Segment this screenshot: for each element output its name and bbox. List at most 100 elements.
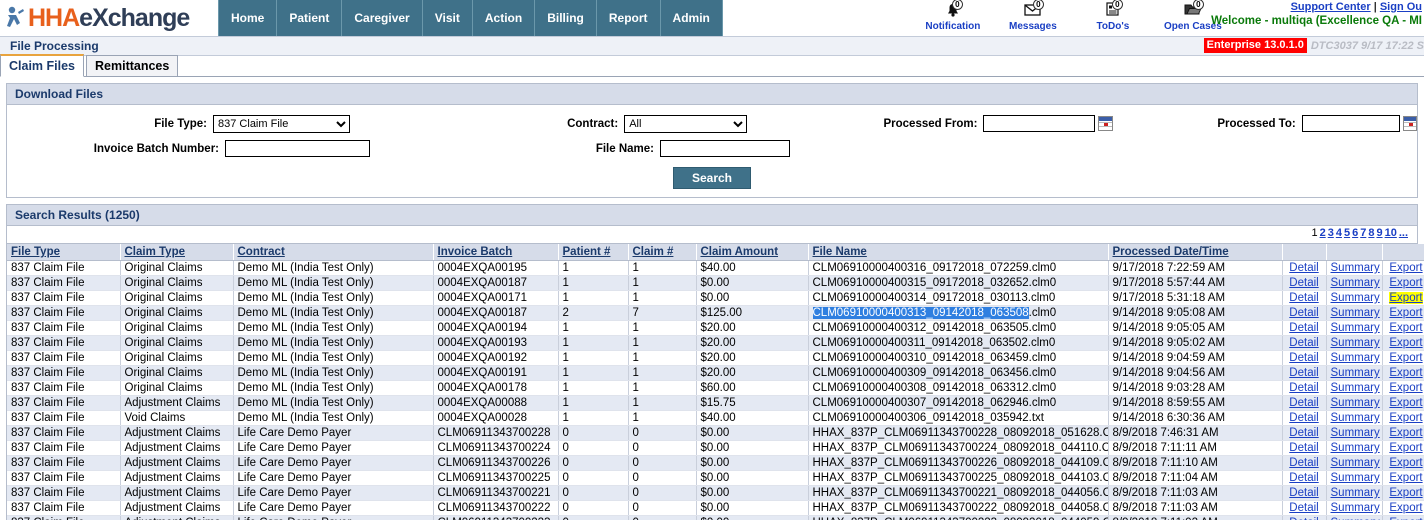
messages-alert[interactable]: 0 Messages [1003, 0, 1063, 32]
nav-item-billing[interactable]: Billing [535, 0, 597, 36]
summary-link[interactable]: Summary [1331, 277, 1380, 289]
export-link[interactable]: Export [1389, 487, 1422, 499]
table-row[interactable]: 837 Claim File Original Claims Demo ML (In… [7, 350, 1424, 366]
export-link[interactable]: Export [1389, 397, 1422, 409]
table-row[interactable]: 837 Claim File Original Claims Demo ML (In… [7, 290, 1424, 306]
notification-alert[interactable]: 0 Notification [923, 0, 983, 32]
processed-to-input[interactable] [1301, 115, 1400, 132]
pagination-page-3[interactable]: 3 [1327, 227, 1335, 239]
detail-link[interactable]: Detail [1289, 292, 1318, 304]
export-link[interactable]: Export [1389, 472, 1422, 484]
table-row[interactable]: 837 Claim FileAdjustment ClaimsLife Care… [7, 425, 1424, 441]
table-row[interactable]: 837 Claim File Void Claims Demo ML (India … [7, 410, 1424, 426]
column-header-invoice-batch[interactable]: Invoice Batch [433, 244, 559, 261]
export-link[interactable]: Export [1389, 262, 1422, 274]
todos-alert[interactable]: 0 ToDo's [1083, 0, 1143, 32]
table-row[interactable]: 837 Claim File Original Claims Demo ML (In… [7, 335, 1424, 351]
export-link[interactable]: Export [1389, 382, 1422, 394]
summary-link[interactable]: Summary [1331, 352, 1380, 364]
export-link[interactable]: Export [1389, 352, 1422, 364]
tab-remittances[interactable]: Remittances [86, 55, 179, 77]
detail-link[interactable]: Detail [1289, 262, 1318, 274]
table-row[interactable]: 837 Claim FileAdjustment ClaimsLife Care… [7, 440, 1424, 456]
detail-link[interactable]: Detail [1289, 322, 1318, 334]
pagination-page-4[interactable]: 4 [1335, 227, 1343, 239]
nav-item-action[interactable]: Action [473, 0, 536, 36]
export-link[interactable]: Export [1389, 427, 1422, 439]
pagination-page-9[interactable]: 9 [1375, 227, 1383, 239]
detail-link[interactable]: Detail [1289, 277, 1318, 289]
summary-link[interactable]: Summary [1331, 307, 1380, 319]
nav-item-home[interactable]: Home [218, 0, 278, 36]
detail-link[interactable]: Detail [1289, 442, 1318, 454]
detail-link[interactable]: Detail [1289, 502, 1318, 514]
summary-link[interactable]: Summary [1331, 322, 1380, 334]
processed-from-input[interactable] [983, 115, 1096, 132]
app-logo[interactable]: HHAeXchange [0, 0, 218, 36]
summary-link[interactable]: Summary [1331, 457, 1380, 469]
pagination-page-2[interactable]: 2 [1319, 227, 1327, 239]
export-link[interactable]: Export [1389, 292, 1423, 304]
summary-link[interactable]: Summary [1331, 262, 1380, 274]
column-header-contract[interactable]: Contract [233, 244, 434, 261]
detail-link[interactable]: Detail [1289, 472, 1318, 484]
detail-link[interactable]: Detail [1289, 367, 1318, 379]
export-link[interactable]: Export [1389, 457, 1422, 469]
summary-link[interactable]: Summary [1331, 397, 1380, 409]
summary-link[interactable]: Summary [1331, 502, 1380, 514]
column-header-file-type[interactable]: File Type [7, 244, 121, 261]
export-link[interactable]: Export [1389, 277, 1422, 289]
export-link[interactable]: Export [1389, 322, 1422, 334]
table-row[interactable]: 837 Claim File Original Claims Demo ML (In… [7, 305, 1424, 321]
export-link[interactable]: Export [1389, 337, 1422, 349]
table-row[interactable]: 837 Claim FileAdjustment ClaimsLife Care… [7, 455, 1424, 471]
detail-link[interactable]: Detail [1289, 487, 1318, 499]
detail-link[interactable]: Detail [1289, 397, 1318, 409]
search-button[interactable]: Search [672, 167, 752, 189]
file-name-input[interactable] [660, 140, 790, 157]
summary-link[interactable]: Summary [1331, 442, 1380, 454]
nav-item-report[interactable]: Report [597, 0, 661, 36]
summary-link[interactable]: Summary [1331, 472, 1380, 484]
file-type-select[interactable]: 837 Claim File [213, 114, 351, 133]
tab-claim-files[interactable]: Claim Files [0, 54, 84, 77]
table-row[interactable]: 837 Claim File Original Claims Demo ML (In… [7, 380, 1424, 396]
detail-link[interactable]: Detail [1289, 337, 1318, 349]
summary-link[interactable]: Summary [1331, 367, 1380, 379]
detail-link[interactable]: Detail [1289, 382, 1318, 394]
table-row[interactable]: 837 Claim FileAdjustment ClaimsLife Care… [7, 515, 1424, 520]
export-link[interactable]: Export [1389, 307, 1422, 319]
export-link[interactable]: Export [1389, 502, 1422, 514]
summary-link[interactable]: Summary [1331, 427, 1380, 439]
summary-link[interactable]: Summary [1331, 292, 1380, 304]
pagination-page-5[interactable]: 5 [1343, 227, 1351, 239]
detail-link[interactable]: Detail [1289, 457, 1318, 469]
pagination-page-6[interactable]: 6 [1351, 227, 1359, 239]
summary-link[interactable]: Summary [1331, 337, 1380, 349]
support-center-link[interactable]: Support Center [1291, 1, 1371, 13]
detail-link[interactable]: Detail [1289, 427, 1318, 439]
table-row[interactable]: 837 Claim FileAdjustment ClaimsLife Care… [7, 470, 1424, 486]
invoice-batch-number-input[interactable] [225, 140, 370, 157]
table-row[interactable]: 837 Claim File Adjustment Claims Demo ML (… [7, 395, 1424, 411]
contract-select[interactable]: All [624, 114, 748, 133]
column-header-processed-date-time[interactable]: Processed Date/Time [1108, 244, 1283, 261]
column-header-claim-type[interactable]: Claim Type [120, 244, 234, 261]
summary-link[interactable]: Summary [1331, 382, 1380, 394]
nav-item-visit[interactable]: Visit [423, 0, 473, 36]
table-row[interactable]: 837 Claim File Original Claims Demo ML (In… [7, 320, 1424, 336]
summary-link[interactable]: Summary [1331, 412, 1380, 424]
column-header-patient-number[interactable]: Patient # [558, 244, 629, 261]
column-header-file-name[interactable]: File Name [808, 244, 1109, 261]
table-row[interactable]: 837 Claim FileAdjustment ClaimsLife Care… [7, 500, 1424, 516]
pagination-next-ellipsis[interactable]: ... [1398, 227, 1409, 239]
column-header-claim-amount[interactable]: Claim Amount [696, 244, 809, 261]
table-row[interactable]: 837 Claim File Original Claims Demo ML (In… [7, 275, 1424, 291]
export-link[interactable]: Export [1389, 442, 1422, 454]
pagination-page-10[interactable]: 10 [1384, 227, 1398, 239]
export-link[interactable]: Export [1389, 412, 1422, 424]
column-header-claim-number[interactable]: Claim # [628, 244, 697, 261]
table-row[interactable]: 837 Claim FileAdjustment ClaimsLife Care… [7, 485, 1424, 501]
detail-link[interactable]: Detail [1289, 412, 1318, 424]
summary-link[interactable]: Summary [1331, 487, 1380, 499]
